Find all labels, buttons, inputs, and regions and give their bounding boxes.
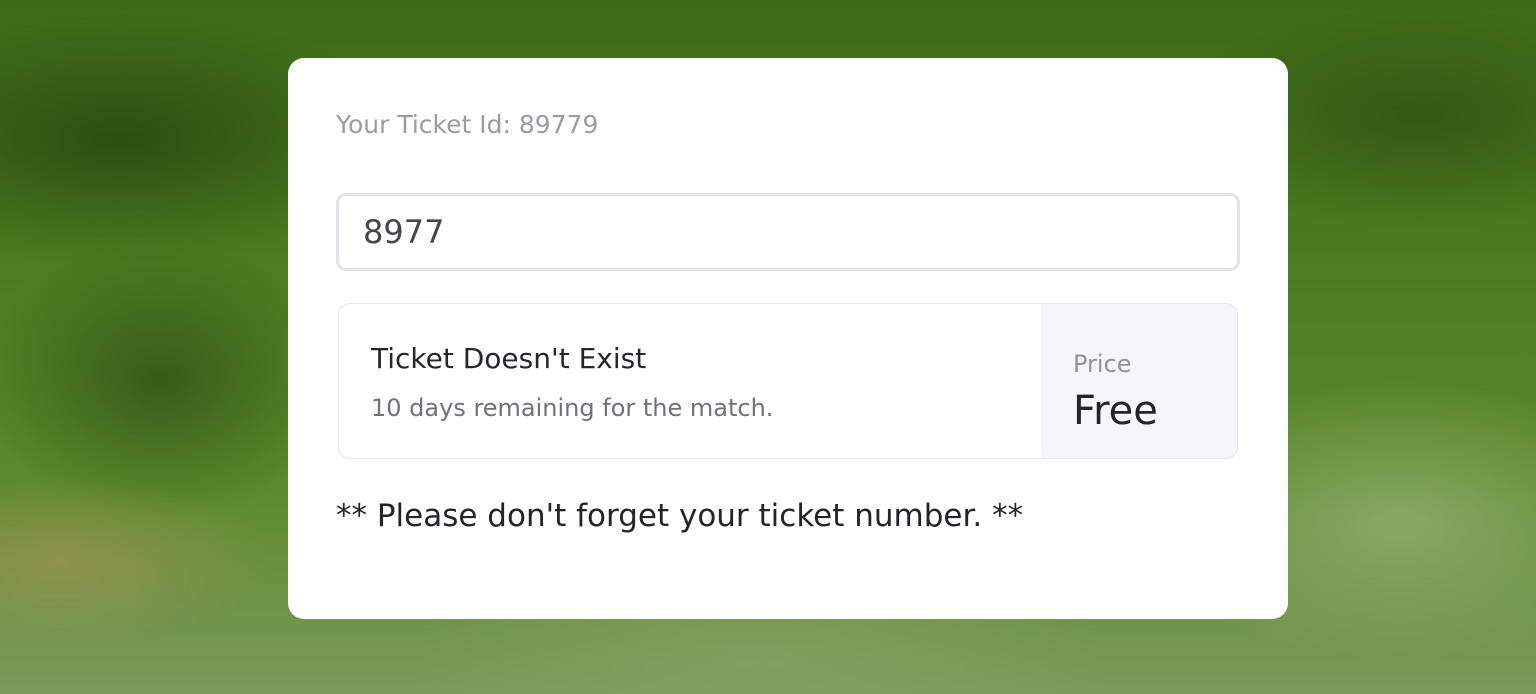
price-label: Price xyxy=(1073,350,1132,378)
ticket-status-title: Ticket Doesn't Exist xyxy=(371,342,647,375)
ticket-id-label: Your Ticket Id: 89779 xyxy=(336,110,599,139)
ticket-result-box: Ticket Doesn't Exist 10 days remaining f… xyxy=(338,303,1238,459)
match-countdown-text: 10 days remaining for the match. xyxy=(371,394,774,422)
ticket-card: Your Ticket Id: 89779 Ticket Doesn't Exi… xyxy=(288,58,1288,619)
price-value: Free xyxy=(1073,388,1158,434)
ticket-result-details: Ticket Doesn't Exist 10 days remaining f… xyxy=(339,304,1041,458)
ticket-reminder-note: ** Please don't forget your ticket numbe… xyxy=(336,498,1024,534)
price-panel: Price Free xyxy=(1041,304,1237,458)
ticket-number-input[interactable] xyxy=(336,193,1240,271)
